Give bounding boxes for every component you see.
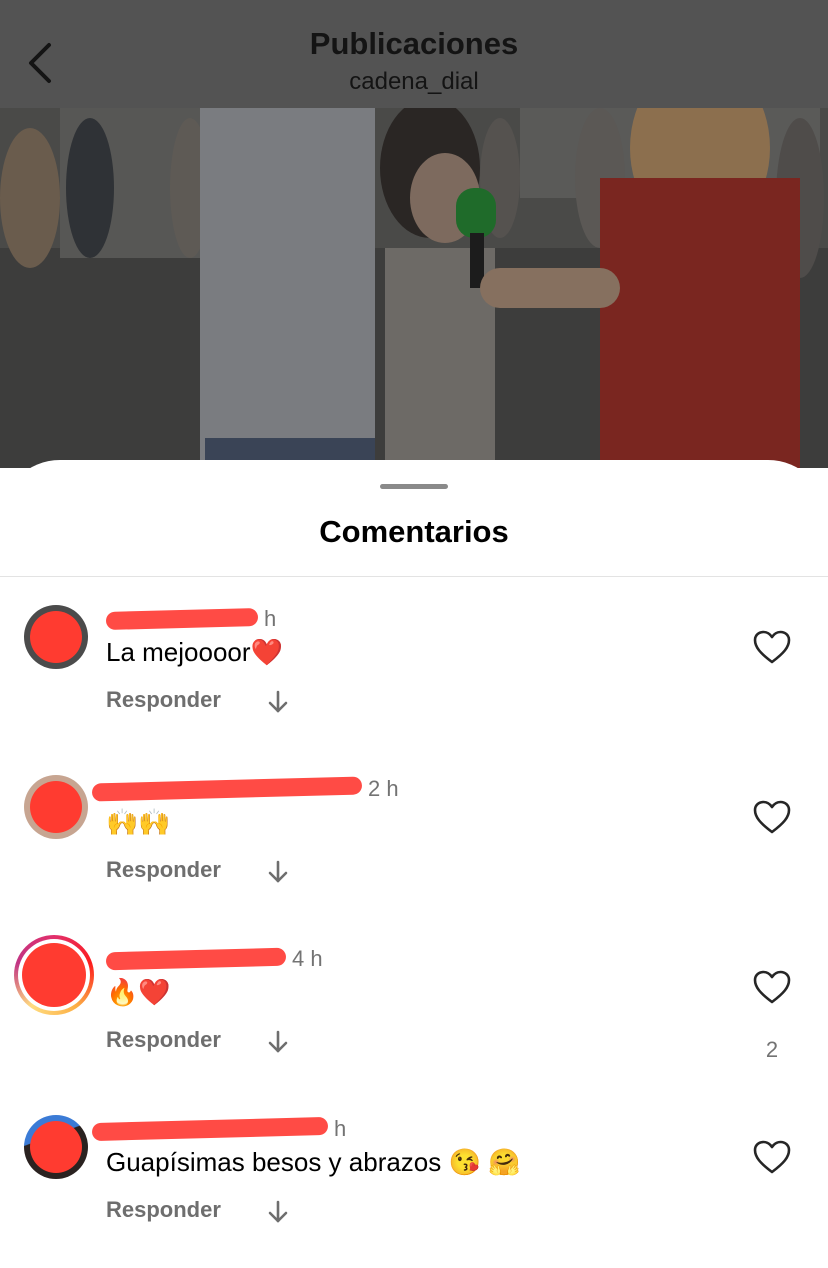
page-title: Publicaciones <box>309 26 519 61</box>
heart-icon[interactable] <box>752 799 792 835</box>
username-redaction[interactable] <box>105 947 287 971</box>
comment-text: Guapísimas besos y abrazos 😘 🤗 <box>106 1147 521 1177</box>
comment-meta: h <box>91 1115 347 1143</box>
comment-text: 🔥❤️ <box>106 977 171 1007</box>
post-media <box>0 108 828 468</box>
like-count[interactable]: 2 <box>752 1037 792 1063</box>
reply-button[interactable]: Responder <box>106 687 221 713</box>
comment-text: 🙌🙌 <box>106 807 171 837</box>
comment-time: h <box>334 1116 347 1141</box>
redaction-mark <box>30 781 82 833</box>
avatar[interactable] <box>24 1115 88 1179</box>
heart-icon[interactable] <box>752 629 792 665</box>
redaction-mark <box>30 611 82 663</box>
comment-meta: 2 h <box>91 775 399 803</box>
comment-item: 2 h 🙌🙌 Responder <box>0 775 828 915</box>
account-name: cadena_dial <box>349 68 479 95</box>
redaction-mark <box>22 943 86 1007</box>
username-redaction[interactable] <box>91 1116 329 1142</box>
reply-button[interactable]: Responder <box>106 1197 221 1223</box>
divider <box>0 576 828 577</box>
arrow-down-icon[interactable] <box>266 1199 290 1225</box>
comment-meta: 4 h <box>105 945 323 973</box>
comment-text: La mejoooor❤️ <box>106 637 283 667</box>
top-bar: Publicaciones cadena_dial <box>0 0 828 108</box>
username-redaction[interactable] <box>91 776 363 802</box>
reply-button[interactable]: Responder <box>106 1027 221 1053</box>
heart-icon[interactable] <box>752 1139 792 1175</box>
reply-button[interactable]: Responder <box>106 857 221 883</box>
comment-item: 4 h 🔥❤️ Responder 2 <box>0 935 828 1085</box>
arrow-down-icon[interactable] <box>266 859 290 885</box>
comments-title: Comentarios <box>319 514 509 549</box>
avatar[interactable] <box>24 775 88 839</box>
drag-handle[interactable] <box>380 484 448 489</box>
comments-sheet: Comentarios h La mejoooor❤️ Responder 2 … <box>0 460 828 1268</box>
arrow-down-icon[interactable] <box>266 689 290 715</box>
comment-meta: h <box>105 605 277 633</box>
arrow-down-icon[interactable] <box>266 1029 290 1055</box>
comment-time: 2 h <box>368 776 399 801</box>
heart-icon[interactable] <box>752 969 792 1005</box>
comment-item: h La mejoooor❤️ Responder <box>0 605 828 745</box>
comment-time: h <box>264 606 277 631</box>
avatar[interactable] <box>24 605 88 669</box>
redaction-mark <box>30 1121 82 1173</box>
comment-time: 4 h <box>292 946 323 971</box>
avatar-story-ring[interactable] <box>14 935 94 1015</box>
username-redaction[interactable] <box>105 608 259 630</box>
comment-item: h Guapísimas besos y abrazos 😘 🤗 Respond… <box>0 1115 828 1255</box>
